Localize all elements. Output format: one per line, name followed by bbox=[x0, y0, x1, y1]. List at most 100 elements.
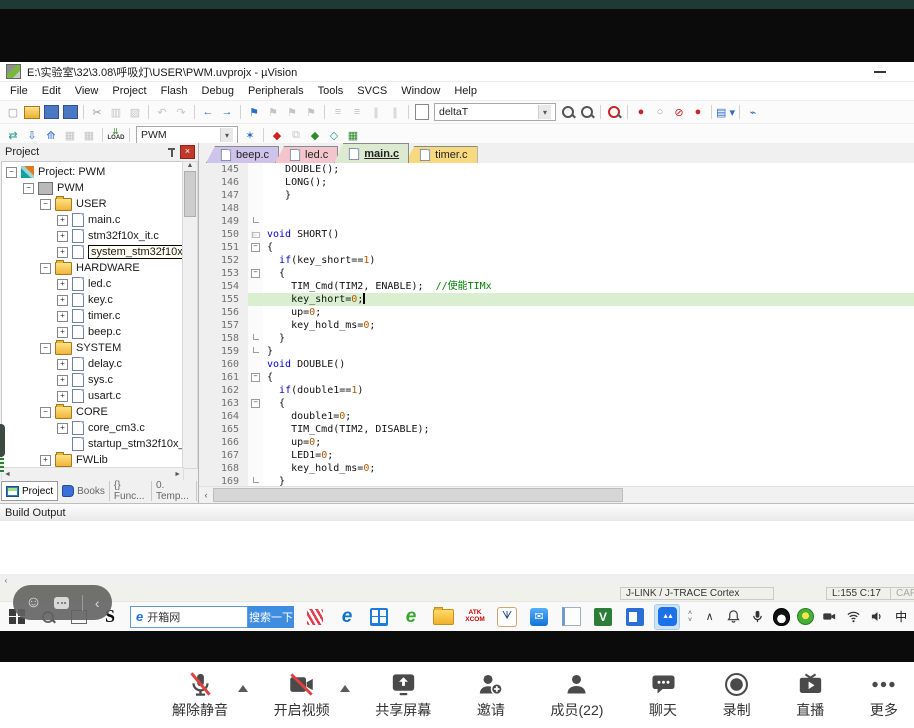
paste-button[interactable]: ▨ bbox=[126, 104, 144, 121]
expand-toggle-icon[interactable]: + bbox=[57, 391, 68, 402]
scroll-up-icon[interactable]: ▲ bbox=[187, 162, 194, 169]
chevron-up-icon[interactable]: ∧ bbox=[701, 608, 718, 625]
breakpoint-toggle-button[interactable]: ● bbox=[632, 104, 650, 121]
meeting-unmute-button[interactable]: 解除静音 bbox=[172, 671, 228, 720]
taskbar-app-atk-xcom[interactable]: ATKXCOM bbox=[463, 605, 487, 629]
wrench-config-button[interactable]: ⌁ bbox=[744, 104, 762, 121]
video-camera-icon[interactable] bbox=[821, 608, 838, 625]
copy-groups-button[interactable]: ⧉ bbox=[287, 127, 305, 144]
find-red-button[interactable] bbox=[605, 104, 623, 121]
find-in-files-button[interactable] bbox=[578, 104, 596, 121]
taskbar-app-ie-green[interactable]: e bbox=[399, 605, 423, 629]
volume-icon[interactable] bbox=[869, 608, 886, 625]
expand-toggle-icon[interactable]: + bbox=[57, 295, 68, 306]
scroll-left-icon[interactable]: ‹ bbox=[0, 576, 12, 585]
ime-indicator[interactable]: 中 bbox=[895, 608, 907, 625]
comment-button[interactable]: ∥ bbox=[367, 104, 385, 121]
tree-item-system[interactable]: −SYSTEM bbox=[2, 340, 183, 356]
fold-margin[interactable] bbox=[248, 189, 263, 202]
tree-item-usart-c[interactable]: +usart.c bbox=[2, 388, 183, 404]
panel-tab-books[interactable]: Books bbox=[58, 481, 110, 501]
collapse-chevron-icon[interactable]: ‹ bbox=[95, 595, 100, 611]
tree-item-system-stm32f10x-c[interactable]: +system_stm32f10x.cx.c bbox=[2, 244, 183, 260]
cut-button[interactable]: ✂ bbox=[88, 104, 106, 121]
redo-button[interactable]: ↷ bbox=[172, 104, 190, 121]
tree-item-main-c[interactable]: +main.c bbox=[2, 212, 183, 228]
chevron-down-icon[interactable]: ▾ bbox=[538, 105, 551, 119]
tree-item-sys-c[interactable]: +sys.c bbox=[2, 372, 183, 388]
expand-toggle-icon[interactable]: + bbox=[57, 359, 68, 370]
fold-margin[interactable] bbox=[248, 254, 263, 267]
windows-layout-button[interactable]: ▤ ▾ bbox=[716, 104, 735, 121]
outdent-button[interactable]: ≡ bbox=[348, 104, 366, 121]
bookmark-button[interactable]: ⚑ bbox=[245, 104, 263, 121]
expand-toggle-icon[interactable]: + bbox=[40, 455, 51, 466]
meeting-start-video-button[interactable]: 开启视频 bbox=[274, 671, 330, 720]
meeting-more-button[interactable]: 更多 bbox=[870, 671, 898, 720]
menu-edit[interactable]: Edit bbox=[35, 85, 68, 97]
tree-item-led-c[interactable]: +led.c bbox=[2, 276, 183, 292]
find-text-combobox[interactable]: deltaT▾ bbox=[434, 103, 556, 121]
translate-button[interactable]: ⇄ bbox=[4, 127, 22, 144]
books-diamond-button[interactable]: ◇ bbox=[325, 127, 343, 144]
taskbar-app-rr-browser[interactable] bbox=[303, 605, 327, 629]
fold-margin[interactable] bbox=[248, 306, 263, 319]
expand-toggle-icon[interactable]: + bbox=[57, 327, 68, 338]
manage-layers-button[interactable]: ▦ bbox=[344, 127, 362, 144]
project-tree-vscrollbar[interactable]: ▲ bbox=[182, 161, 198, 469]
tray-mic-icon[interactable] bbox=[749, 608, 766, 625]
scroll-left-icon[interactable]: ‹ bbox=[199, 490, 213, 500]
editor-hscrollbar[interactable]: ‹ bbox=[199, 486, 914, 503]
fold-collapse-icon[interactable]: − bbox=[251, 373, 260, 382]
editor-tab-beep-c[interactable]: beep.c bbox=[206, 146, 279, 163]
bell-icon[interactable] bbox=[725, 608, 742, 625]
menu-debug[interactable]: Debug bbox=[195, 85, 241, 97]
menu-svcs[interactable]: SVCS bbox=[350, 85, 394, 97]
fold-margin[interactable] bbox=[248, 176, 263, 189]
fold-margin[interactable] bbox=[248, 293, 263, 306]
menu-window[interactable]: Window bbox=[394, 85, 447, 97]
minimize-button[interactable] bbox=[874, 71, 886, 73]
find-next-button[interactable] bbox=[559, 104, 577, 121]
fold-collapse-icon[interactable]: − bbox=[251, 399, 260, 408]
menu-view[interactable]: View bbox=[68, 85, 106, 97]
safety-ball-icon[interactable] bbox=[797, 608, 814, 625]
tree-item-timer-c[interactable]: +timer.c bbox=[2, 308, 183, 324]
fold-margin[interactable] bbox=[248, 358, 263, 371]
meeting-chat-button[interactable]: 聊天 bbox=[649, 671, 677, 720]
expand-toggle-icon[interactable]: + bbox=[57, 375, 68, 386]
editor-tab-main-c[interactable]: main.c bbox=[334, 143, 409, 163]
tree-item-key-c[interactable]: +key.c bbox=[2, 292, 183, 308]
fold-margin[interactable]: − bbox=[248, 371, 263, 384]
taskbar-app-store[interactable] bbox=[367, 605, 391, 629]
tree-item-project-pwm[interactable]: −Project: PWM bbox=[2, 164, 183, 180]
bookmark-prev-button[interactable]: ⚑ bbox=[264, 104, 282, 121]
expand-toggle-icon[interactable]: + bbox=[57, 247, 68, 258]
fold-margin[interactable] bbox=[248, 436, 263, 449]
menu-help[interactable]: Help bbox=[447, 85, 484, 97]
panel-tab-func[interactable]: {} Func... bbox=[110, 481, 152, 501]
copy-button[interactable]: ▥ bbox=[107, 104, 125, 121]
taskbar-app-eagle-app[interactable]: ᗐ bbox=[495, 605, 519, 629]
fold-margin[interactable] bbox=[248, 423, 263, 436]
taskbar-app-edge[interactable]: e bbox=[335, 605, 359, 629]
fold-collapse-icon[interactable]: − bbox=[251, 243, 260, 252]
tree-item-delay-c[interactable]: +delay.c bbox=[2, 356, 183, 372]
tree-item-fwlib[interactable]: +FWLib bbox=[2, 452, 183, 468]
menu-flash[interactable]: Flash bbox=[154, 85, 195, 97]
expand-toggle-icon[interactable]: + bbox=[57, 231, 68, 242]
tree-item-rename-input[interactable]: system_stm32f10x.c bbox=[88, 245, 184, 259]
collapse-toggle-icon[interactable]: − bbox=[6, 167, 17, 178]
reactions-icon[interactable]: ☺ bbox=[25, 595, 41, 611]
breakpoint-disable-all-button[interactable]: ⊘ bbox=[670, 104, 688, 121]
caret-up-icon[interactable] bbox=[238, 680, 248, 692]
tree-item-pwm[interactable]: −PWM bbox=[2, 180, 183, 196]
scroll-thumb[interactable] bbox=[213, 488, 623, 502]
fold-margin[interactable]: − bbox=[248, 397, 263, 410]
fold-margin[interactable] bbox=[248, 215, 263, 228]
batch-build-button[interactable]: ▦ bbox=[61, 127, 79, 144]
expand-toggle-icon[interactable]: + bbox=[57, 215, 68, 226]
fold-margin[interactable] bbox=[248, 384, 263, 397]
indent-button[interactable]: ≡ bbox=[329, 104, 347, 121]
tree-item-core-cm3-c[interactable]: +core_cm3.c bbox=[2, 420, 183, 436]
